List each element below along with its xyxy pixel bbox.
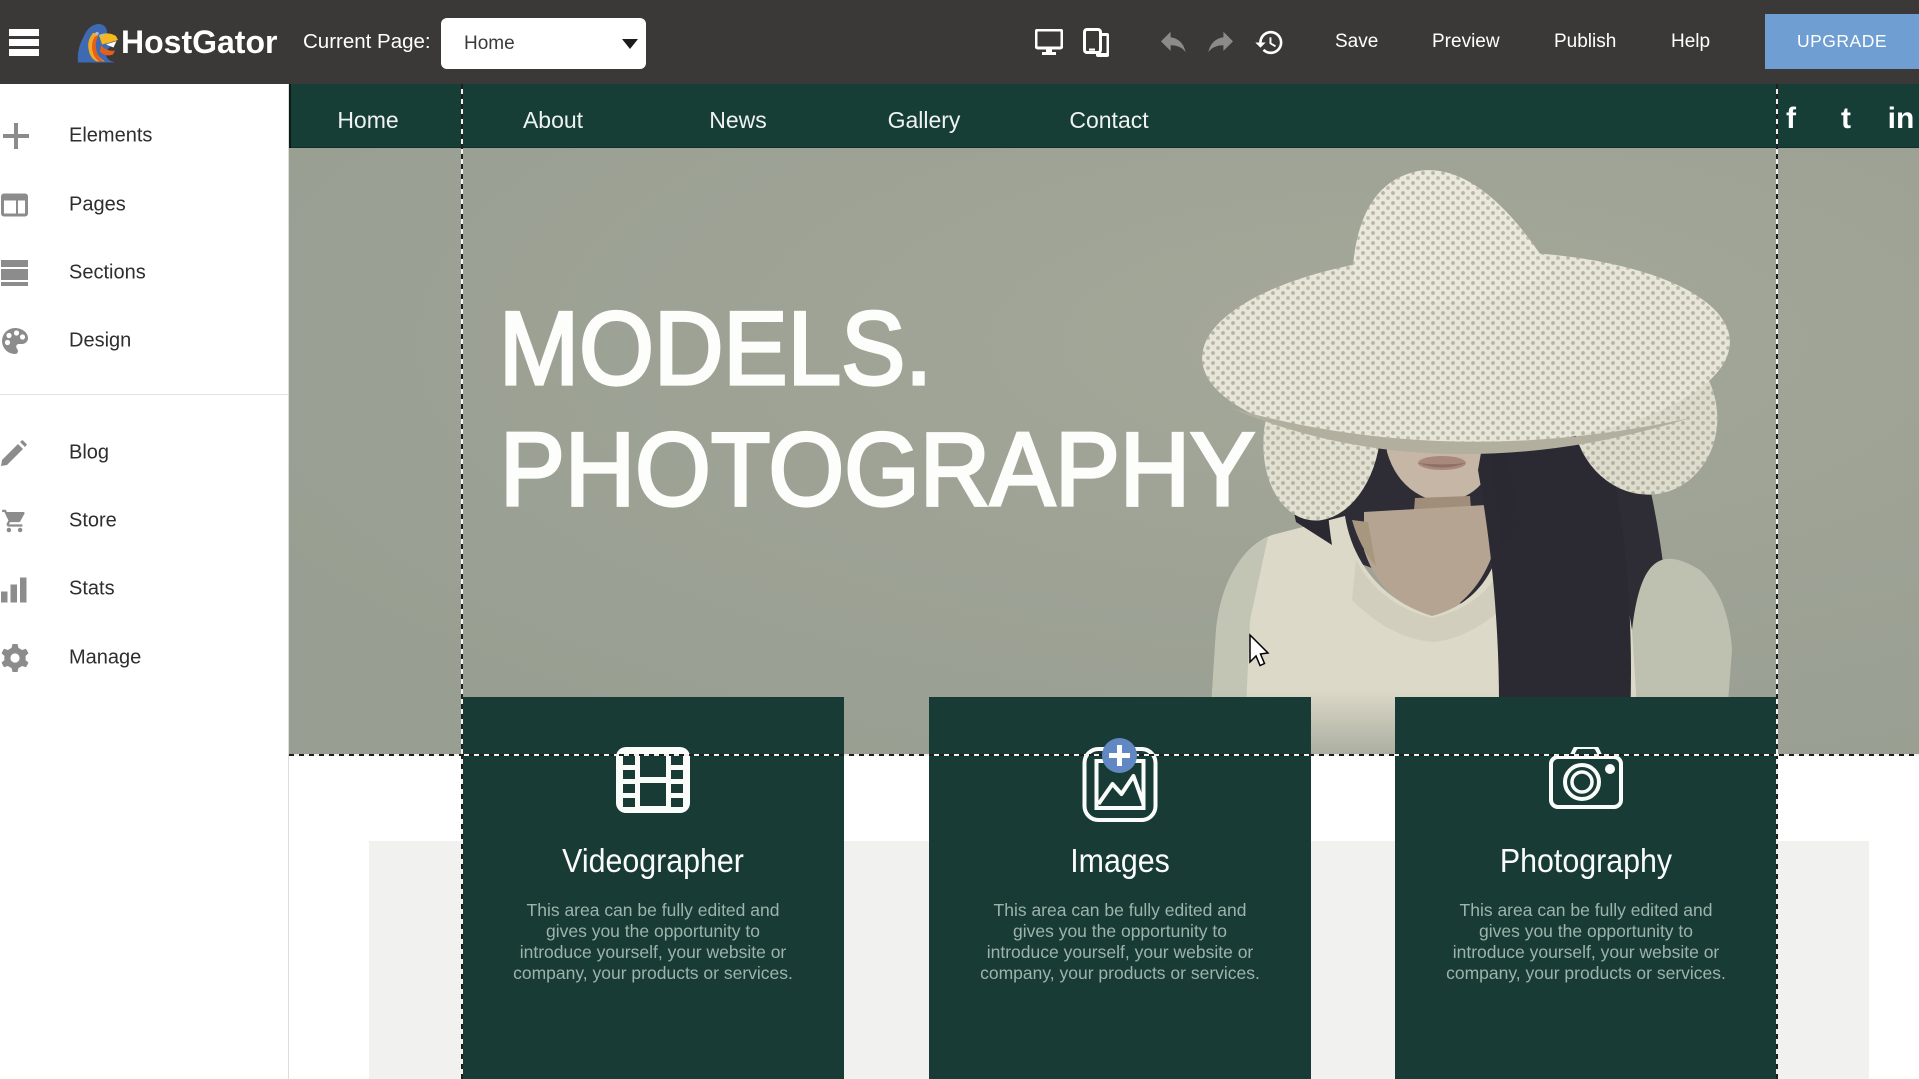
svg-text:MODELS.: MODELS. (499, 291, 932, 407)
svg-text:PHOTOGRAPHY: PHOTOGRAPHY (500, 412, 1255, 528)
